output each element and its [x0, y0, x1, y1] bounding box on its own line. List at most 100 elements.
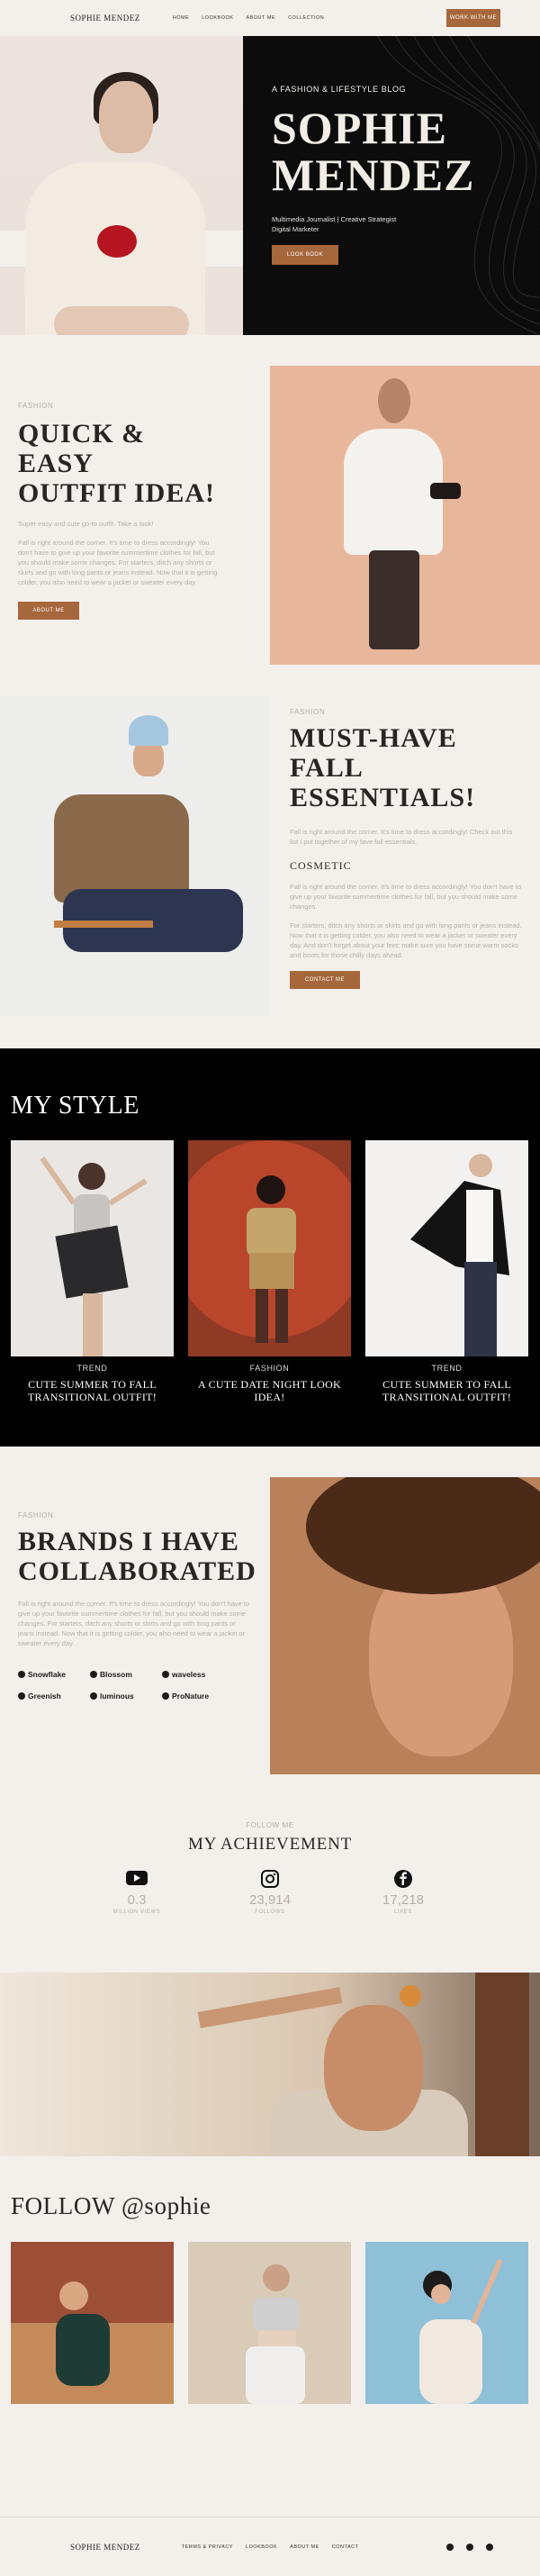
star-icon [162, 1692, 169, 1700]
my-style-title: MY STYLE [11, 1092, 140, 1120]
brand-logo-label: Blossom [100, 1670, 132, 1679]
outfit-photo-head [378, 378, 410, 423]
essentials-title-line1: MUST-HAVE FALL [290, 723, 457, 783]
style-card-title: A CUTE DATE NIGHT LOOK IDEA! [188, 1378, 351, 1403]
facebook-icon[interactable] [446, 2543, 454, 2551]
outfit-title-line2: OUTFIT IDEA! [18, 478, 215, 508]
follow-photo[interactable] [11, 2242, 174, 2404]
achievement-title: MY ACHIEVEMENT [187, 1835, 352, 1854]
brands-photo-hair [306, 1477, 540, 1594]
leaf-icon [18, 1692, 25, 1700]
stat-value: 17,218 [382, 1892, 424, 1908]
stat-value: 23,914 [249, 1892, 291, 1908]
pinterest-icon[interactable] [466, 2543, 473, 2551]
hero-face-shape [99, 81, 153, 153]
essentials-title: MUST-HAVE FALL ESSENTIALS! [290, 723, 522, 812]
banner-photo-face [324, 2005, 423, 2131]
my-style-section: MY STYLE TREND CUTE SUMMER TO FALL TRANS… [0, 1048, 540, 1447]
outfit-photo [270, 366, 540, 665]
brand-logo-blossom: Blossom [90, 1670, 162, 1679]
stat-youtube: 0.3 MILLION VIEWS [105, 1869, 168, 1915]
style-card[interactable]: TREND CUTE SUMMER TO FALL TRANSITIONAL O… [11, 1140, 174, 1403]
footer-link-terms[interactable]: TERMS & PRIVACY [182, 2544, 233, 2550]
site-logo[interactable]: SOPHIE MENDEZ [70, 14, 140, 23]
brand-logo-label: Snowflake [28, 1670, 67, 1679]
brand-logo-greenish: Greenish [18, 1692, 90, 1701]
style-card-image[interactable] [365, 1140, 528, 1356]
hero-section: A FASHION & LIFESTYLE BLOG SOPHIE MENDEZ… [0, 36, 540, 335]
banner-photo-orange [400, 1985, 421, 2007]
achievement-stats: 0.3 MILLION VIEWS 23,914 FOLLOWS 17,218 … [0, 1869, 540, 1915]
brand-logo-waveless: waveless [162, 1670, 234, 1679]
brand-logo-snowflake: Snowflake [18, 1670, 90, 1679]
essentials-photo-face [133, 740, 164, 776]
follow-photo-illustration [419, 2258, 503, 2404]
stat-facebook: 17,218 LIKES [372, 1869, 435, 1915]
outfit-paragraph: Fall is right around the corner. It's ti… [18, 539, 218, 586]
outfit-lead: Super easy and cute go-to outfit. Take a… [18, 520, 154, 528]
nav-links: HOME LOOKBOOK ABOUT ME COLLECTION [173, 15, 324, 21]
follow-photo[interactable] [365, 2242, 528, 2404]
wave-icon [162, 1671, 169, 1678]
youtube-icon[interactable] [105, 1869, 168, 1889]
hero-rose-shape [97, 225, 137, 258]
contact-me-button[interactable]: CONTACT ME [290, 971, 360, 989]
outfit-photo-bag [430, 483, 461, 499]
look-book-button[interactable]: LOOK BOOK [272, 245, 338, 265]
style-card[interactable]: FASHION A CUTE DATE NIGHT LOOK IDEA! [188, 1140, 351, 1403]
brands-title: BRANDS I HAVE COLLABORATED [18, 1527, 256, 1586]
stat-instagram: 23,914 FOLLOWS [238, 1869, 302, 1915]
instagram-icon[interactable] [486, 2543, 493, 2551]
essentials-section: FASHION MUST-HAVE FALL ESSENTIALS! Fall … [0, 695, 540, 1048]
essentials-title-line2: ESSENTIALS! [290, 783, 476, 812]
brand-logo-label: Greenish [28, 1692, 61, 1701]
style-card-image[interactable] [188, 1140, 351, 1356]
banner-photo-arm [197, 1987, 343, 2028]
style-card-title-line2: TRANSITIONAL OUTFIT! [27, 1391, 158, 1403]
footer-logo[interactable]: SOPHIE MENDEZ [70, 2543, 140, 2552]
outfit-title-line1: QUICK & EASY [18, 419, 146, 478]
brands-paragraph: Fall is right around the corner. It's ti… [18, 1600, 250, 1647]
style-card-tag: FASHION [249, 1364, 290, 1373]
style-card-illustration [188, 1140, 351, 1343]
about-me-button[interactable]: ABOUT ME [18, 602, 79, 620]
nav-link-collection[interactable]: COLLECTION [288, 15, 324, 21]
style-card-title-line2: IDEA! [254, 1391, 285, 1403]
follow-section: FOLLOW @sophie [0, 2156, 540, 2517]
footer-link-contact[interactable]: CONTACT [332, 2544, 359, 2550]
stat-label: MILLION VIEWS [112, 1909, 161, 1915]
footer: SOPHIE MENDEZ TERMS & PRIVACY LOOKBOOK A… [0, 2517, 540, 2576]
hero-text-panel: A FASHION & LIFESTYLE BLOG SOPHIE MENDEZ… [243, 36, 540, 335]
facebook-icon[interactable] [372, 1869, 435, 1889]
brand-logos: Snowflake Blossom waveless Greenish lumi… [18, 1670, 252, 1701]
nav-link-home[interactable]: HOME [173, 15, 190, 21]
essentials-photo-beanie [129, 715, 168, 746]
nav-link-about[interactable]: ABOUT ME [246, 15, 275, 21]
brands-title-line2: COLLABORATED [18, 1556, 256, 1586]
instagram-icon[interactable] [238, 1869, 302, 1889]
footer-socials [446, 2543, 493, 2551]
brand-logo-label: luminous [100, 1692, 134, 1701]
achievement-eyebrow: FOLLOW ME [246, 1821, 294, 1829]
style-card-title-line1: CUTE SUMMER TO FALL [28, 1378, 157, 1391]
nav-link-lookbook[interactable]: LOOKBOOK [202, 15, 233, 21]
essentials-paragraph-3: For starters, ditch any shorts or skirts… [290, 921, 522, 959]
follow-photo-illustration [246, 2264, 305, 2404]
brand-logo-pronature: ProNature [162, 1692, 234, 1701]
style-card[interactable]: TREND CUTE SUMMER TO FALL TRANSITIONAL O… [365, 1140, 528, 1403]
style-card-title-line1: A CUTE DATE NIGHT LOOK [197, 1378, 342, 1391]
work-with-me-button[interactable]: WORK WITH ME [446, 9, 500, 27]
style-card-image[interactable] [11, 1140, 174, 1356]
achievement-section: FOLLOW ME MY ACHIEVEMENT 0.3 MILLION VIE… [0, 1818, 540, 1973]
outfit-section: FASHION QUICK & EASY OUTFIT IDEA! Super … [0, 335, 540, 695]
brand-logo-luminous: luminous [90, 1692, 162, 1701]
footer-link-about[interactable]: ABOUT ME [290, 2544, 320, 2550]
brand-logo-label: waveless [172, 1670, 206, 1679]
follow-photo[interactable] [188, 2242, 351, 2404]
follow-gallery [11, 2242, 529, 2404]
style-card-title-line1: CUTE SUMMER TO FALL [382, 1378, 511, 1391]
footer-link-lookbook[interactable]: LOOKBOOK [246, 2544, 277, 2550]
decorative-lines [377, 36, 540, 335]
style-card-title: CUTE SUMMER TO FALL TRANSITIONAL OUTFIT! [11, 1378, 174, 1403]
outfit-text: FASHION QUICK & EASY OUTFIT IDEA! Super … [0, 366, 220, 695]
